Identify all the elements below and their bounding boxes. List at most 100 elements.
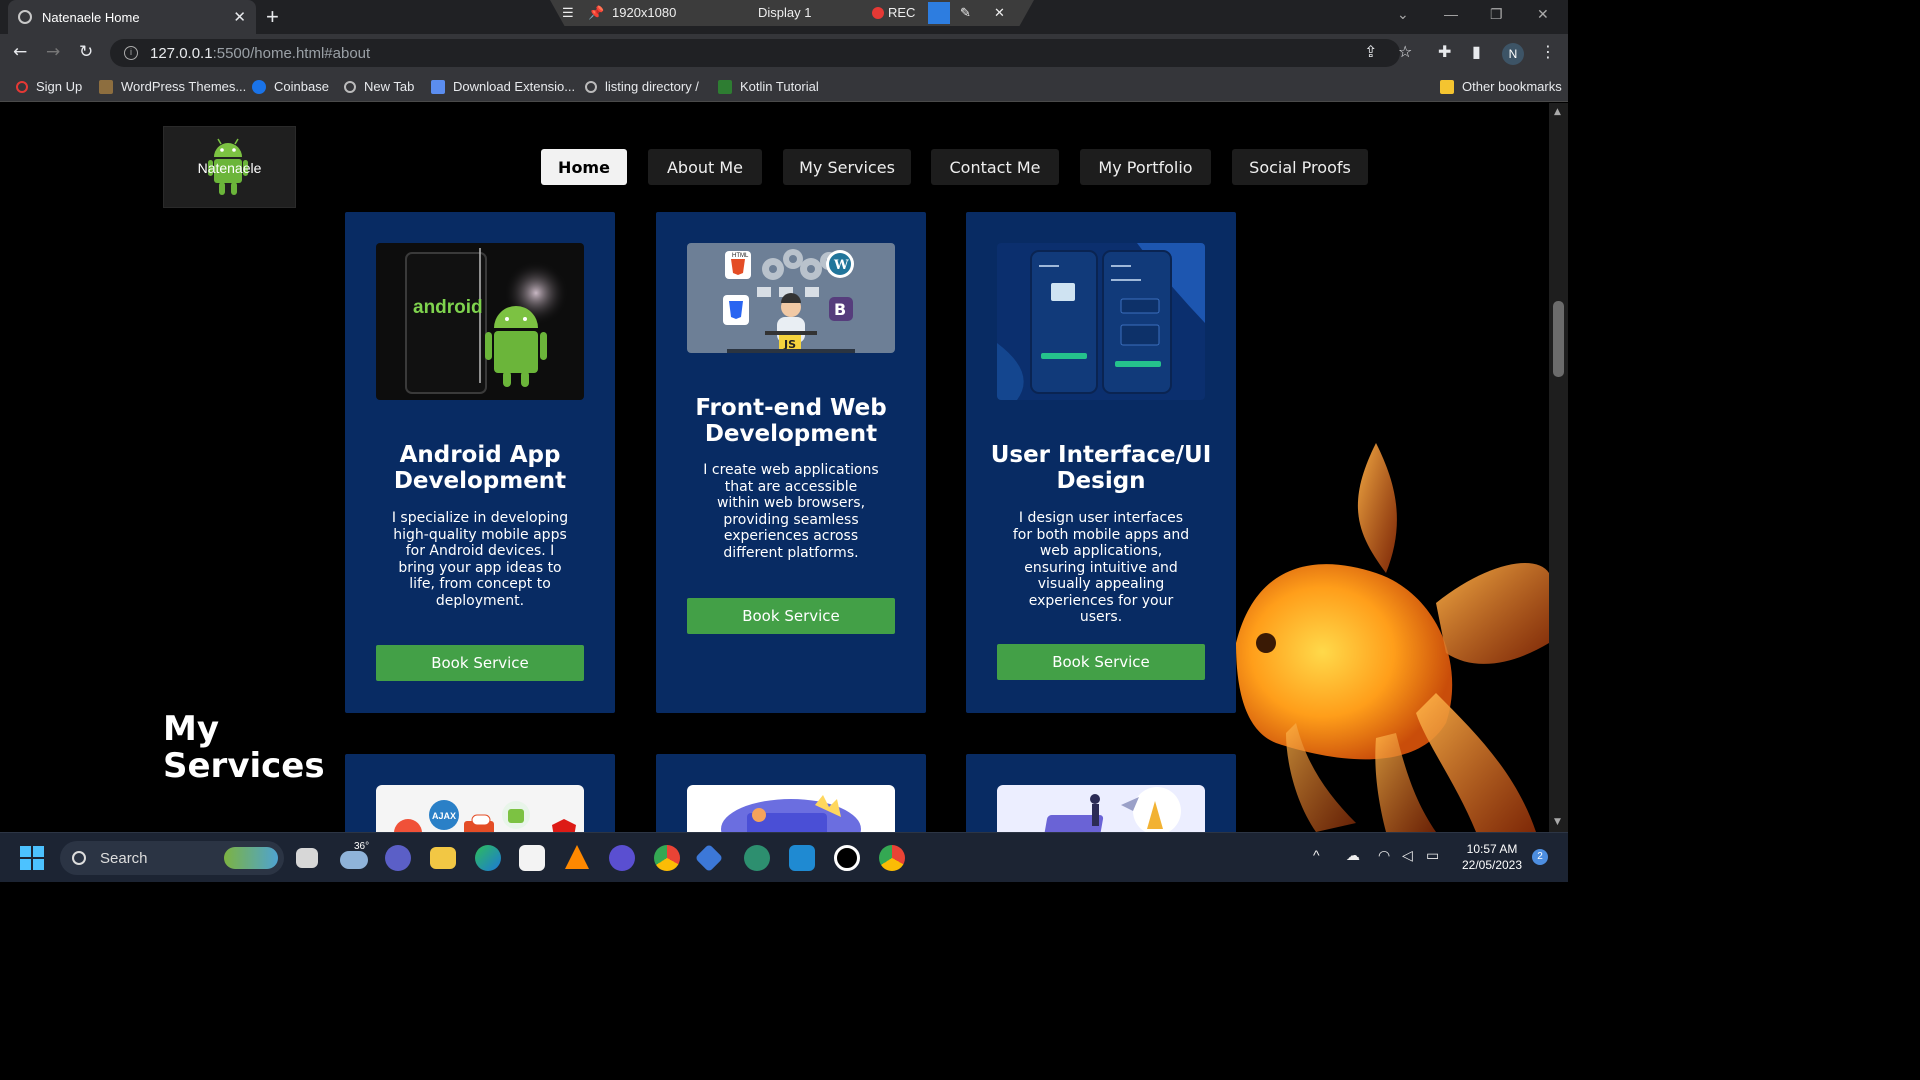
share-icon[interactable]: ⇪ — [1364, 42, 1377, 61]
microsoft-store-icon[interactable] — [519, 845, 545, 871]
download-extension-icon — [431, 79, 445, 94]
ui-design-image — [997, 243, 1205, 400]
profile-avatar[interactable]: N — [1502, 43, 1524, 65]
address-bar[interactable]: i 127.0.0.1:5500/home.html#about — [110, 39, 1400, 67]
nav-my-portfolio[interactable]: My Portfolio — [1080, 149, 1211, 185]
close-window-icon[interactable]: ✕ — [1537, 6, 1549, 23]
show-hidden-icons-chevron-icon[interactable]: ^ — [1313, 847, 1320, 863]
recorder-display[interactable]: Display 1 — [758, 5, 811, 20]
more-menu-icon[interactable]: ⋮ — [1540, 42, 1556, 61]
coinbase-icon — [252, 79, 266, 94]
bookmark-item[interactable]: New Tab — [344, 79, 414, 94]
globe-icon — [585, 80, 597, 93]
weather-icon[interactable] — [340, 851, 368, 869]
vlc-icon[interactable] — [565, 845, 589, 869]
restore-icon[interactable]: ❐ — [1490, 6, 1503, 23]
rec-indicator[interactable]: REC — [872, 5, 915, 20]
nav-about-me[interactable]: About Me — [648, 149, 762, 185]
ai-app-icon[interactable] — [694, 843, 724, 873]
pin-icon[interactable]: 📌 — [588, 5, 604, 21]
chrome-icon[interactable] — [654, 845, 680, 871]
media-player-icon[interactable] — [609, 845, 635, 871]
url-host: 127.0.0.1 — [150, 44, 213, 62]
tech-stack-image: AJAX — [376, 785, 584, 832]
close-tab-icon[interactable]: ✕ — [233, 8, 246, 26]
system-clock[interactable]: 10:57 AM 22/05/2023 — [1458, 841, 1526, 873]
teams-chat-icon[interactable] — [385, 845, 411, 871]
svg-text:B: B — [834, 300, 846, 319]
svg-text:HTML: HTML — [732, 253, 749, 259]
forward-icon[interactable]: → — [46, 42, 60, 62]
side-panel-icon[interactable]: ▮ — [1472, 42, 1481, 61]
bookmark-item[interactable]: listing directory / — [585, 79, 699, 94]
edge-icon[interactable] — [475, 845, 501, 871]
notification-badge[interactable]: 2 — [1532, 849, 1548, 865]
chrome-profile-icon[interactable] — [879, 845, 905, 871]
vscode-icon[interactable] — [789, 845, 815, 871]
site-info-icon[interactable]: i — [124, 46, 138, 60]
chevron-down-icon[interactable]: ⌄ — [1397, 6, 1409, 23]
minimize-icon[interactable]: — — [1444, 6, 1458, 22]
logo-text: Natenaele — [197, 160, 262, 176]
bookmark-item[interactable]: WordPress Themes... — [99, 79, 246, 94]
extensions-icon[interactable]: ✚ — [1438, 42, 1451, 61]
chatgpt-icon[interactable] — [744, 845, 770, 871]
back-icon[interactable]: ← — [13, 42, 27, 62]
bookmark-star-icon[interactable]: ☆ — [1398, 42, 1412, 61]
battery-icon[interactable]: ▭ — [1426, 847, 1439, 864]
volume-icon[interactable]: ◁ — [1402, 847, 1413, 864]
menu-icon[interactable]: ☰ — [562, 5, 574, 21]
windows-start-icon[interactable] — [20, 846, 44, 870]
book-service-button[interactable]: Book Service — [997, 644, 1205, 680]
svg-text:AJAX: AJAX — [432, 811, 456, 821]
nav-home[interactable]: Home — [541, 149, 627, 185]
nav-my-services[interactable]: My Services — [783, 149, 911, 185]
clock-date: 22/05/2023 — [1461, 858, 1523, 872]
bookmark-item[interactable]: Download Extensio... — [431, 79, 575, 94]
book-service-button[interactable]: Book Service — [687, 598, 895, 634]
nav-contact-me[interactable]: Contact Me — [931, 149, 1059, 185]
bookmark-item[interactable]: Kotlin Tutorial — [718, 79, 819, 94]
bookmarks-bar: Sign Up WordPress Themes... Coinbase New… — [0, 72, 1568, 102]
wifi-icon[interactable]: ◠ — [1378, 847, 1390, 864]
signup-icon — [16, 80, 28, 93]
scroll-up-icon[interactable]: ▲ — [1554, 107, 1561, 117]
task-view-icon[interactable] — [296, 848, 318, 868]
other-bookmarks[interactable]: Other bookmarks — [1440, 79, 1562, 94]
scroll-thumb[interactable] — [1553, 301, 1564, 377]
goldfish-image — [1236, 443, 1549, 832]
site-logo[interactable]: Natenaele — [163, 126, 296, 208]
recorder-square-icon[interactable] — [928, 2, 950, 24]
bookmark-item[interactable]: Sign Up — [16, 79, 82, 94]
windows-taskbar: Search 36° ^ ☁ ◠ ◁ ▭ 10:57 AM 22/05/2023… — [0, 832, 1568, 882]
android-image: android — [376, 243, 584, 400]
service-card — [966, 754, 1236, 832]
service-image — [997, 785, 1205, 832]
pencil-icon[interactable]: ✎ — [960, 5, 971, 21]
file-explorer-icon[interactable] — [430, 847, 456, 869]
url-path: :5500/home.html#about — [212, 44, 371, 62]
wordpress-themes-icon — [99, 79, 113, 94]
nav-social-proofs[interactable]: Social Proofs — [1232, 149, 1368, 185]
page-viewport: Natenaele Home About Me My Services Cont… — [0, 103, 1549, 832]
svg-text:W: W — [833, 258, 849, 273]
launch-illustration — [1042, 787, 1181, 832]
service-card-frontend: HTML W B JS Front-end Web Development I … — [656, 212, 926, 713]
team-illustration — [721, 795, 861, 832]
onedrive-icon[interactable]: ☁ — [1346, 847, 1360, 864]
close-recorder-icon[interactable]: ✕ — [994, 5, 1005, 21]
book-service-button[interactable]: Book Service — [376, 645, 584, 681]
bookmark-item[interactable]: Coinbase — [252, 79, 329, 94]
reload-icon[interactable]: ↻ — [79, 42, 93, 62]
scroll-down-icon[interactable]: ▼ — [1554, 817, 1561, 827]
new-tab-button[interactable]: + — [266, 4, 279, 30]
tech-logos-illustration: AJAX — [394, 800, 576, 832]
card-description: I design user interfaces for both mobile… — [1012, 510, 1190, 625]
service-image — [687, 785, 895, 832]
page-scrollbar[interactable]: ▲ ▼ — [1549, 103, 1568, 832]
folder-icon — [1440, 79, 1454, 94]
service-card — [656, 754, 926, 832]
taskbar-search[interactable]: Search — [60, 841, 284, 875]
recorder-app-icon[interactable] — [834, 845, 860, 871]
browser-tab[interactable]: Natenaele Home ✕ — [8, 0, 256, 34]
